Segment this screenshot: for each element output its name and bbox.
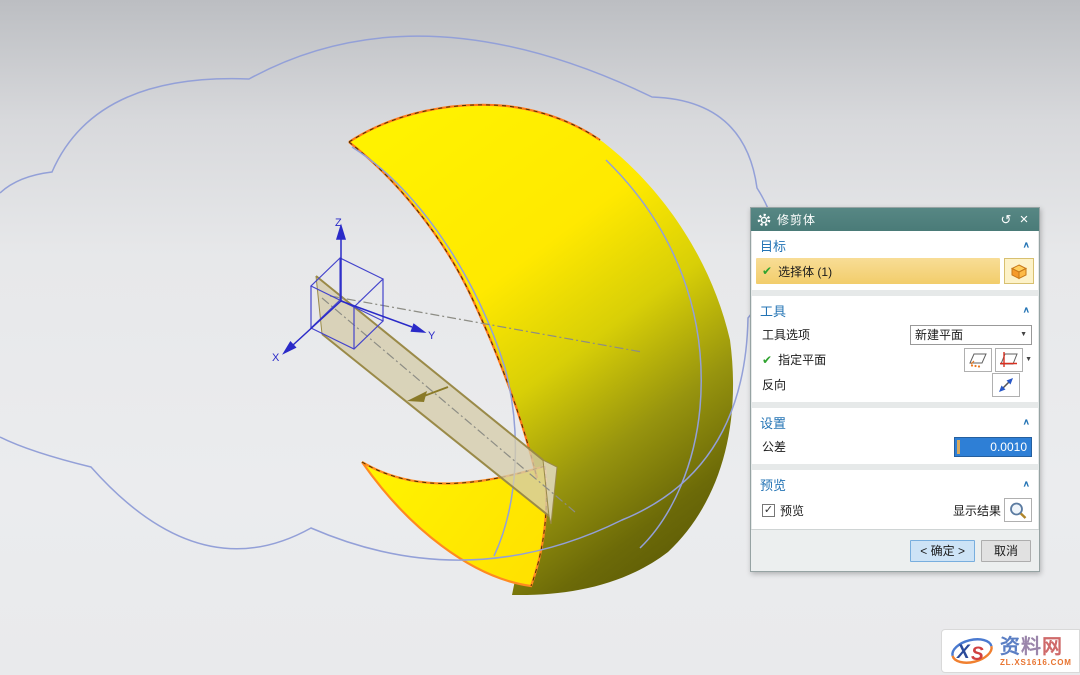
chevron-up-icon[interactable]: ∧ (1023, 306, 1030, 315)
dialog-titlebar[interactable]: 修剪体 ↺ × (751, 208, 1039, 231)
nx-application-window: { "viewport": { "axis_labels": { "x": "X… (0, 0, 1080, 675)
tool-option-value: 新建平面 (915, 326, 963, 343)
tool-option-label: 工具选项 (762, 326, 810, 343)
target-group: 目标 ∧ ✔ 选择体 (1) (752, 231, 1038, 290)
plane-dialog-icon (968, 351, 988, 369)
watermark-logo-x: X (956, 642, 971, 663)
tolerance-label: 公差 (762, 438, 786, 455)
watermark-logo-icon: X S (946, 632, 998, 670)
show-result-button[interactable] (1004, 498, 1032, 522)
settings-group: 设置 ∧ 公差 (752, 408, 1038, 464)
tolerance-input[interactable] (954, 437, 1032, 457)
datum-plane-button[interactable] (995, 348, 1023, 372)
datum-plane-icon (999, 351, 1019, 369)
preview-group: 预览 ∧ ✓ 预览 显示结果 (752, 470, 1038, 529)
axis-x-label: X (272, 352, 280, 364)
reverse-label: 反向 (762, 376, 786, 393)
tool-option-dropdown[interactable]: 新建平面 ▼ (910, 325, 1032, 345)
dialog-footer: < 确定 > 取消 (751, 529, 1039, 571)
chevron-down-icon: ▼ (1020, 331, 1027, 338)
preview-checkbox[interactable]: ✓ (762, 504, 775, 517)
chevron-up-icon[interactable]: ∧ (1023, 418, 1030, 427)
tool-header: 工具 (760, 301, 786, 320)
reverse-direction-icon (996, 376, 1016, 394)
watermark-logo-s: S (971, 644, 984, 665)
watermark: X S 资料网 ZL.XS1616.COM (941, 629, 1080, 673)
ok-button[interactable]: < 确定 > (910, 540, 975, 562)
preview-header: 预览 (760, 475, 786, 494)
checkmark-icon: ✔ (762, 353, 772, 367)
close-icon[interactable]: × (1015, 211, 1033, 229)
gear-icon (757, 213, 771, 227)
chevron-up-icon[interactable]: ∧ (1023, 480, 1030, 489)
settings-header: 设置 (760, 413, 786, 432)
reset-icon[interactable]: ↺ (997, 211, 1015, 229)
reverse-direction-button[interactable] (992, 373, 1020, 397)
cancel-button[interactable]: 取消 (981, 540, 1031, 562)
trim-body-dialog: 修剪体 ↺ × 目标 ∧ ✔ 选择体 (1) 工具 (750, 207, 1040, 572)
watermark-site-url: ZL.XS1616.COM (1000, 658, 1072, 667)
cube-icon (1010, 263, 1028, 280)
target-header: 目标 (760, 236, 786, 255)
checkmark-icon: ✔ (762, 264, 772, 278)
preview-checkbox-label: 预览 (780, 502, 804, 519)
chevron-up-icon[interactable]: ∧ (1023, 241, 1030, 250)
dialog-title: 修剪体 (777, 211, 816, 228)
tool-group: 工具 ∧ 工具选项 新建平面 ▼ ✔ 指定平面 (752, 296, 1038, 402)
plane-dialog-button[interactable] (964, 348, 992, 372)
watermark-site-name: 资料网 (1000, 636, 1063, 658)
select-body-row[interactable]: ✔ 选择体 (1) (756, 258, 1000, 284)
axis-z-label: Z (335, 217, 342, 229)
axis-y-label: Y (428, 330, 436, 342)
select-body-label: 选择体 (1) (778, 263, 832, 280)
select-body-button[interactable] (1004, 258, 1034, 284)
tolerance-cursor (957, 440, 960, 454)
chevron-down-icon[interactable]: ▼ (1025, 356, 1032, 363)
show-result-label: 显示结果 (953, 502, 1001, 519)
specify-plane-label: 指定平面 (778, 351, 826, 368)
magnifier-icon (1008, 501, 1028, 520)
